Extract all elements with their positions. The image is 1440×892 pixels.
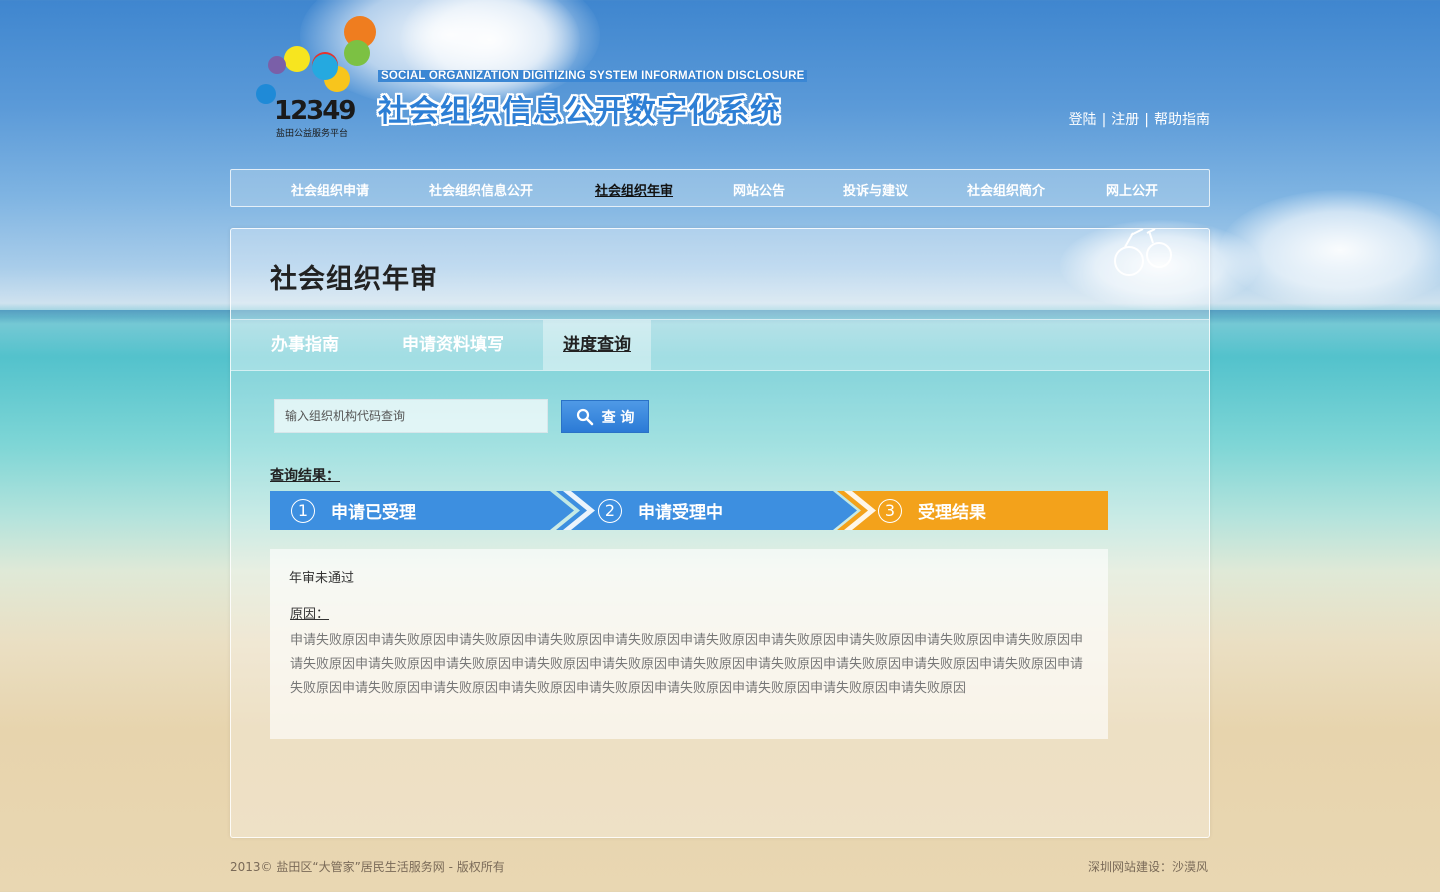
logo-dot bbox=[344, 40, 370, 66]
nav-item-complaints[interactable]: 投诉与建议 bbox=[843, 180, 908, 199]
nav-item-announcements[interactable]: 网站公告 bbox=[733, 180, 785, 199]
sub-tabs: 办事指南 申请资料填写 进度查询 bbox=[231, 319, 1209, 371]
page-title: 社会组织年审 bbox=[270, 264, 438, 295]
nav-item-online-public[interactable]: 网上公开 bbox=[1106, 180, 1158, 199]
review-status: 年审未通过 bbox=[289, 571, 355, 586]
logo-dot bbox=[284, 46, 310, 72]
top-links: 登陆 | 注册 | 帮助指南 bbox=[1069, 109, 1210, 129]
footer-copyright: 2013© 盐田区“大管家”居民生活服务网 - 版权所有 bbox=[230, 860, 505, 874]
step-3: 3 受理结果 bbox=[878, 491, 986, 530]
site-title-cn: 社会组织信息公开数字化系统 bbox=[378, 94, 781, 129]
search-icon bbox=[576, 408, 593, 425]
nav-item-apply[interactable]: 社会组织申请 bbox=[291, 180, 369, 199]
link-separator: | bbox=[1144, 112, 1149, 128]
search-button[interactable]: 查 询 bbox=[561, 400, 649, 433]
progress-steps: 1 申请已受理 2 申请受理中 3 受理结果 bbox=[270, 491, 1108, 530]
step-number: 1 bbox=[291, 498, 315, 523]
register-link[interactable]: 注册 bbox=[1111, 112, 1139, 128]
logo-dot bbox=[256, 84, 276, 104]
panel-header: 社会组织年审 bbox=[231, 229, 1209, 319]
nav-item-annual-review[interactable]: 社会组织年审 bbox=[595, 180, 673, 199]
tab-application-form[interactable]: 申请资料填写 bbox=[402, 320, 504, 370]
main-nav: 社会组织申请 社会组织信息公开 社会组织年审 网站公告 投诉与建议 社会组织简介… bbox=[230, 169, 1210, 207]
step-label: 申请已受理 bbox=[331, 503, 416, 523]
step-number: 3 bbox=[878, 498, 902, 523]
light-bulb-icon bbox=[1114, 229, 1172, 276]
logo-dot bbox=[312, 54, 338, 80]
help-link[interactable]: 帮助指南 bbox=[1154, 112, 1210, 128]
result-box: 年审未通过 原因： 申请失败原因申请失败原因申请失败原因申请失败原因申请失败原因… bbox=[270, 549, 1108, 739]
login-link[interactable]: 登陆 bbox=[1069, 112, 1097, 128]
main-panel: 社会组织年审 办事指南 申请资料填写 进度查询 查 询 查询结果： bbox=[230, 228, 1210, 838]
step-number: 2 bbox=[598, 498, 622, 523]
logo-subtitle: 盐田公益服务平台 bbox=[276, 129, 349, 139]
site-title-en: SOCIAL ORGANIZATION DIGITIZING SYSTEM IN… bbox=[378, 70, 808, 82]
footer-credit[interactable]: 深圳网站建设：沙漠风 bbox=[1088, 858, 1208, 875]
tab-guide[interactable]: 办事指南 bbox=[271, 320, 339, 370]
search-button-label: 查 询 bbox=[601, 409, 635, 426]
reason-text: 申请失败原因申请失败原因申请失败原因申请失败原因申请失败原因申请失败原因申请失败… bbox=[290, 633, 1084, 696]
reason-label: 原因： bbox=[290, 607, 330, 622]
logo-dot bbox=[268, 56, 286, 74]
step-2: 2 申请受理中 bbox=[598, 491, 723, 530]
result-label: 查询结果： bbox=[270, 468, 340, 484]
org-code-search-input[interactable] bbox=[274, 399, 548, 433]
tab-progress-query[interactable]: 进度查询 bbox=[543, 320, 651, 370]
step-label: 申请受理中 bbox=[638, 503, 723, 523]
step-label: 受理结果 bbox=[918, 503, 986, 523]
step-1: 1 申请已受理 bbox=[291, 491, 416, 530]
logo-number: 12349 bbox=[274, 96, 356, 126]
nav-item-disclosure[interactable]: 社会组织信息公开 bbox=[429, 180, 533, 199]
site-logo[interactable]: 12349 盐田公益服务平台 bbox=[252, 14, 392, 144]
nav-item-introduction[interactable]: 社会组织简介 bbox=[967, 180, 1045, 199]
link-separator: | bbox=[1101, 112, 1107, 128]
